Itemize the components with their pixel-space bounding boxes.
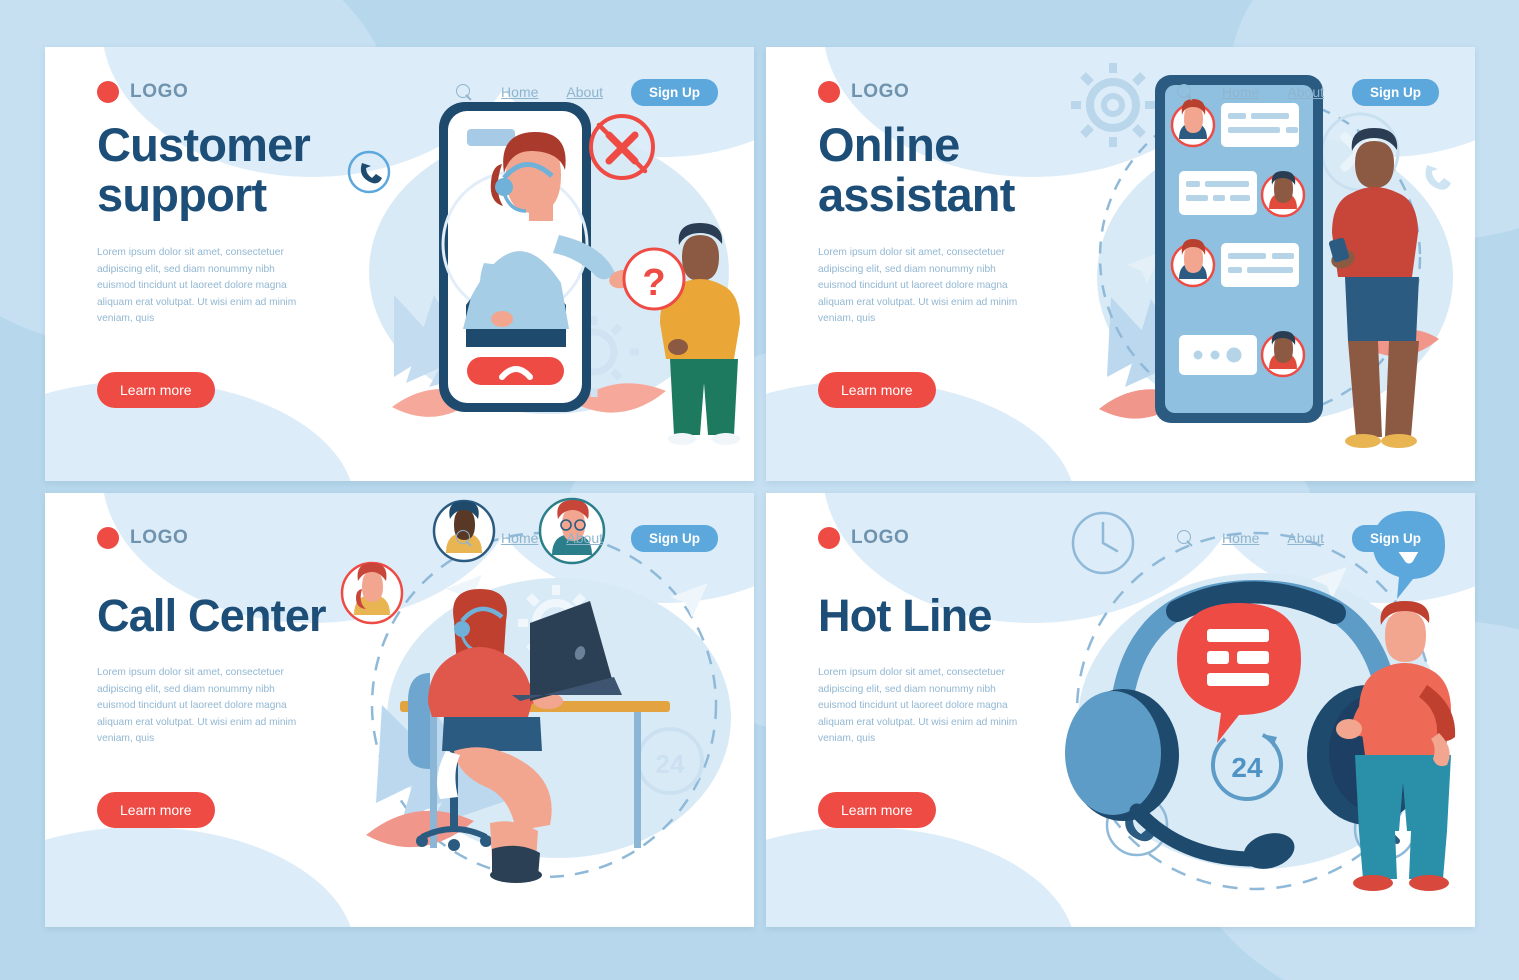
landing-card-customer-support: LOGO Home About Sign Up Customer support… [45, 47, 754, 481]
nav-link-about[interactable]: About [1287, 530, 1324, 546]
landing-card-call-center: LOGO Home About Sign Up Call Center Lore… [45, 493, 754, 927]
learn-more-button[interactable]: Learn more [97, 791, 215, 828]
main-nav: Home About Sign Up [456, 78, 718, 106]
nav-link-home[interactable]: Home [501, 530, 538, 546]
learn-more-button[interactable]: Learn more [97, 371, 215, 408]
logo-label: LOGO [130, 527, 189, 548]
main-nav: Home About Sign Up [1177, 524, 1439, 552]
logo-dot-icon [818, 527, 840, 549]
signup-button[interactable]: Sign Up [1352, 524, 1439, 552]
card-header: LOGO Home About Sign Up [45, 47, 754, 137]
logo-dot-icon [97, 527, 119, 549]
logo[interactable]: LOGO [97, 527, 188, 549]
page-title: Hot Line [818, 590, 992, 642]
logo[interactable]: LOGO [818, 81, 909, 103]
svg-text:24: 24 [656, 749, 685, 779]
signup-button[interactable]: Sign Up [1352, 78, 1439, 106]
logo-label: LOGO [851, 527, 910, 548]
signup-button[interactable]: Sign Up [631, 78, 718, 106]
svg-text:?: ? [642, 262, 665, 304]
card-header: LOGO Home About Sign Up [766, 493, 1475, 583]
body-paragraph: Lorem ipsum dolor sit amet, consectetuer… [97, 247, 297, 325]
badge-24-label: 24 [1231, 752, 1263, 783]
search-icon[interactable] [456, 529, 473, 547]
title-line-2: support [97, 167, 267, 221]
nav-link-home[interactable]: Home [1222, 84, 1259, 100]
landing-card-hot-line: LOGO Home About Sign Up Hot Line Lorem i… [766, 493, 1475, 927]
logo[interactable]: LOGO [818, 527, 909, 549]
logo[interactable]: LOGO [97, 81, 188, 103]
nav-link-about[interactable]: About [566, 84, 603, 100]
main-nav: Home About Sign Up [456, 524, 718, 552]
title-line-2: assistant [818, 167, 1015, 221]
learn-more-button[interactable]: Learn more [818, 791, 936, 828]
main-nav: Home About Sign Up [1177, 78, 1439, 106]
search-icon[interactable] [456, 83, 473, 101]
nav-link-home[interactable]: Home [1222, 530, 1259, 546]
card-header: LOGO Home About Sign Up [45, 493, 754, 583]
body-paragraph: Lorem ipsum dolor sit amet, consectetuer… [97, 667, 297, 745]
logo-dot-icon [818, 81, 840, 103]
body-paragraph: Lorem ipsum dolor sit amet, consectetuer… [818, 247, 1018, 325]
landing-card-online-assistant: LOGO Home About Sign Up Online assistant… [766, 47, 1475, 481]
page-title: Call Center [97, 590, 327, 642]
logo-dot-icon [97, 81, 119, 103]
nav-link-about[interactable]: About [1287, 84, 1324, 100]
landing-page-grid: LOGO Home About Sign Up Customer support… [45, 47, 1475, 929]
logo-label: LOGO [851, 81, 910, 102]
logo-label: LOGO [130, 81, 189, 102]
body-paragraph: Lorem ipsum dolor sit amet, consectetuer… [818, 667, 1018, 745]
learn-more-button[interactable]: Learn more [818, 371, 936, 408]
signup-button[interactable]: Sign Up [631, 524, 718, 552]
nav-link-home[interactable]: Home [501, 84, 538, 100]
search-icon[interactable] [1177, 83, 1194, 101]
nav-link-about[interactable]: About [566, 530, 603, 546]
card-header: LOGO Home About Sign Up [766, 47, 1475, 137]
search-icon[interactable] [1177, 529, 1194, 547]
